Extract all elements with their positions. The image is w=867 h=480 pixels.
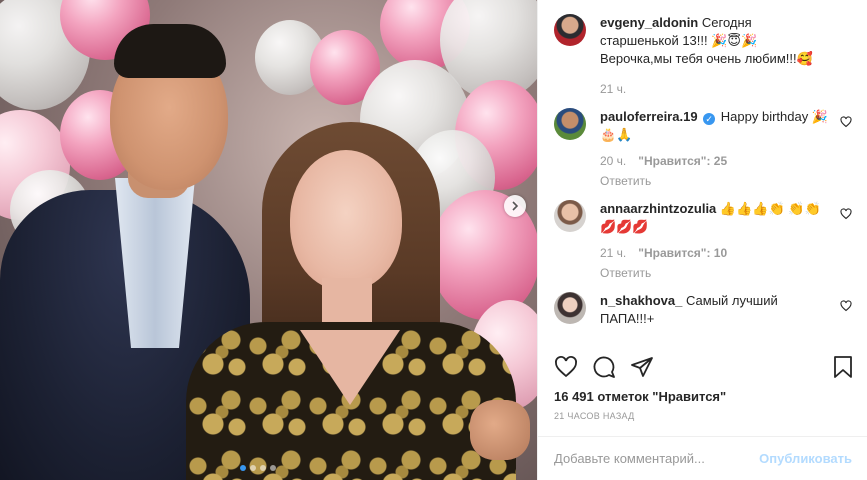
reply-button[interactable]: Ответить — [600, 172, 830, 190]
comment-heart-icon[interactable] — [840, 300, 852, 312]
carousel-dot — [260, 465, 266, 471]
comment-input[interactable] — [554, 451, 760, 466]
post-timestamp[interactable]: 21 часов назад — [554, 411, 635, 421]
avatar[interactable] — [554, 292, 586, 324]
comment-heart-icon[interactable] — [840, 116, 852, 128]
verified-badge-icon: ✓ — [703, 113, 716, 125]
avatar[interactable] — [554, 108, 586, 140]
share-icon[interactable] — [630, 355, 654, 379]
comment-item: n_shakhova_ Самый лучший ПАПА!!!+ — [554, 292, 852, 328]
carousel-next-button[interactable] — [504, 195, 526, 217]
comment-username[interactable]: pauloferreira.19 — [600, 109, 698, 124]
comment-item: annaarzhintzozulia 👍👍👍👏 👏👏💋💋💋 21 ч. "Нра… — [554, 200, 852, 282]
comment-time[interactable]: 21 ч. — [600, 244, 626, 262]
comment-likes[interactable]: "Нравится": 10 — [638, 244, 727, 262]
post-actions — [554, 355, 854, 379]
bookmark-icon[interactable] — [832, 355, 854, 379]
caption-time[interactable]: 21 ч. — [600, 80, 626, 98]
caption: evgeny_aldonin Сегодня старшенькой 13!!!… — [554, 14, 852, 98]
post-photo[interactable] — [0, 0, 537, 480]
carousel-indicator — [240, 465, 276, 471]
comment-time[interactable]: 20 ч. — [600, 152, 626, 170]
comment-item: pauloferreira.19 ✓ Happy birthday 🎉🎂🙏 20… — [554, 108, 852, 190]
chevron-right-icon — [512, 201, 519, 211]
caption-username[interactable]: evgeny_aldonin — [600, 15, 698, 30]
comment-likes[interactable]: "Нравится": 25 — [638, 152, 727, 170]
heart-icon[interactable] — [554, 355, 578, 379]
comment-icon[interactable] — [592, 355, 616, 379]
post-sidebar: evgeny_aldonin Сегодня старшенькой 13!!!… — [537, 0, 867, 480]
comment-heart-icon[interactable] — [840, 208, 852, 220]
comment-list: evgeny_aldonin Сегодня старшенькой 13!!!… — [538, 0, 867, 345]
avatar[interactable] — [554, 14, 586, 46]
add-comment-bar: Опубликовать — [538, 436, 867, 480]
comment-username[interactable]: n_shakhova_ — [600, 293, 682, 308]
man-hair — [114, 24, 226, 78]
comment-username[interactable]: annaarzhintzozulia — [600, 201, 716, 216]
reply-button[interactable]: Ответить — [600, 264, 830, 282]
carousel-dot — [250, 465, 256, 471]
girl-face — [290, 150, 402, 290]
carousel-dot — [270, 465, 276, 471]
likes-count[interactable]: 16 491 отметок "Нравится" — [554, 389, 726, 404]
man-hand — [470, 400, 530, 460]
avatar[interactable] — [554, 200, 586, 232]
carousel-dot — [240, 465, 246, 471]
publish-button[interactable]: Опубликовать — [759, 451, 852, 466]
